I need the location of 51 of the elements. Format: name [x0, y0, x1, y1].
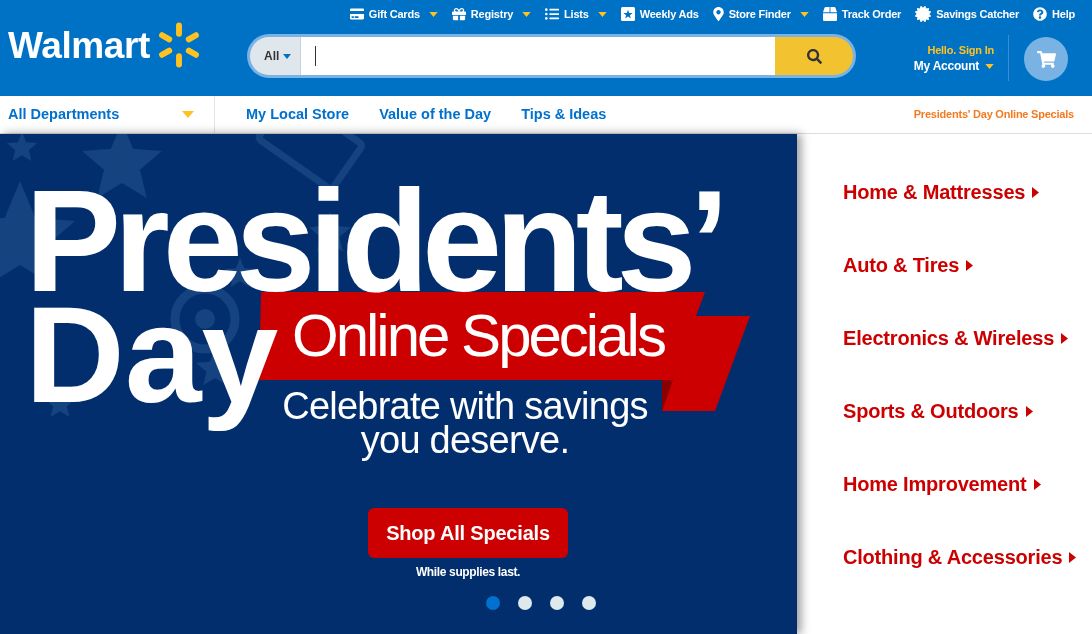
- caret-right-icon: [1025, 405, 1033, 417]
- note-text: While supplies last.: [415, 564, 521, 580]
- ribbon-text: Online Specials: [292, 306, 666, 366]
- caret-down-icon: [182, 111, 194, 118]
- spark-logo-icon: [156, 21, 202, 69]
- cart-button[interactable]: [1024, 37, 1068, 81]
- category-link[interactable]: Home Improvement: [843, 471, 1092, 497]
- my-account-button[interactable]: My Account: [913, 58, 994, 74]
- search-scope-dropdown[interactable]: All: [250, 37, 301, 75]
- promo-link[interactable]: Presidents' Day Online Specials: [913, 106, 1074, 123]
- top-link[interactable]: Track Order: [822, 5, 902, 23]
- seal-icon: [915, 6, 932, 22]
- category-link[interactable]: Clothing & Accessories: [843, 544, 1092, 570]
- top-link[interactable]: Registry: [451, 5, 532, 23]
- top-link[interactable]: Help: [1033, 5, 1075, 23]
- text-cursor-icon: [315, 46, 316, 66]
- category-link[interactable]: Sports & Outdoors: [843, 398, 1092, 424]
- nav-link[interactable]: Value of the Day: [379, 103, 492, 126]
- nav-link[interactable]: Tips & Ideas: [521, 103, 607, 126]
- cart-icon: [1036, 49, 1056, 69]
- top-link[interactable]: Store Finder: [712, 5, 809, 23]
- star-square-icon: [620, 7, 635, 21]
- map-pin-icon: [712, 7, 724, 21]
- departments-menu-button[interactable]: All Departments: [0, 96, 215, 133]
- caret-right-icon: [966, 259, 974, 271]
- caret-right-icon: [1069, 551, 1077, 563]
- caret-right-icon: [1032, 186, 1040, 198]
- top-link[interactable]: Lists: [545, 5, 607, 23]
- category-link[interactable]: Home & Mattresses: [843, 179, 1092, 205]
- search-field[interactable]: [301, 37, 775, 75]
- top-link[interactable]: Gift Cards: [349, 5, 438, 23]
- category-link[interactable]: Auto & Tires: [843, 252, 1092, 278]
- logo-wordmark[interactable]: Walmart: [8, 26, 150, 64]
- search-button[interactable]: [775, 37, 853, 75]
- sign-in-link[interactable]: Hello. Sign In: [927, 42, 994, 58]
- caret-down-icon: [283, 53, 292, 59]
- shop-specials-button[interactable]: Shop All Specials: [368, 508, 568, 558]
- help-icon: [1033, 7, 1048, 21]
- gift-icon: [451, 7, 466, 21]
- headline-text: Day: [25, 299, 279, 433]
- category-link[interactable]: Electronics & Wireless: [843, 325, 1092, 351]
- nav-link[interactable]: My Local Store: [246, 103, 350, 126]
- search-icon: [806, 48, 822, 64]
- package-icon: [822, 7, 837, 21]
- top-link[interactable]: Savings Catcher: [915, 5, 1020, 23]
- list-icon: [545, 7, 560, 21]
- caret-down-icon: [985, 63, 994, 69]
- top-link[interactable]: Weekly Ads: [620, 5, 699, 23]
- caret-right-icon: [1061, 332, 1069, 344]
- credit-card-icon: [349, 7, 364, 21]
- caret-right-icon: [1033, 478, 1041, 490]
